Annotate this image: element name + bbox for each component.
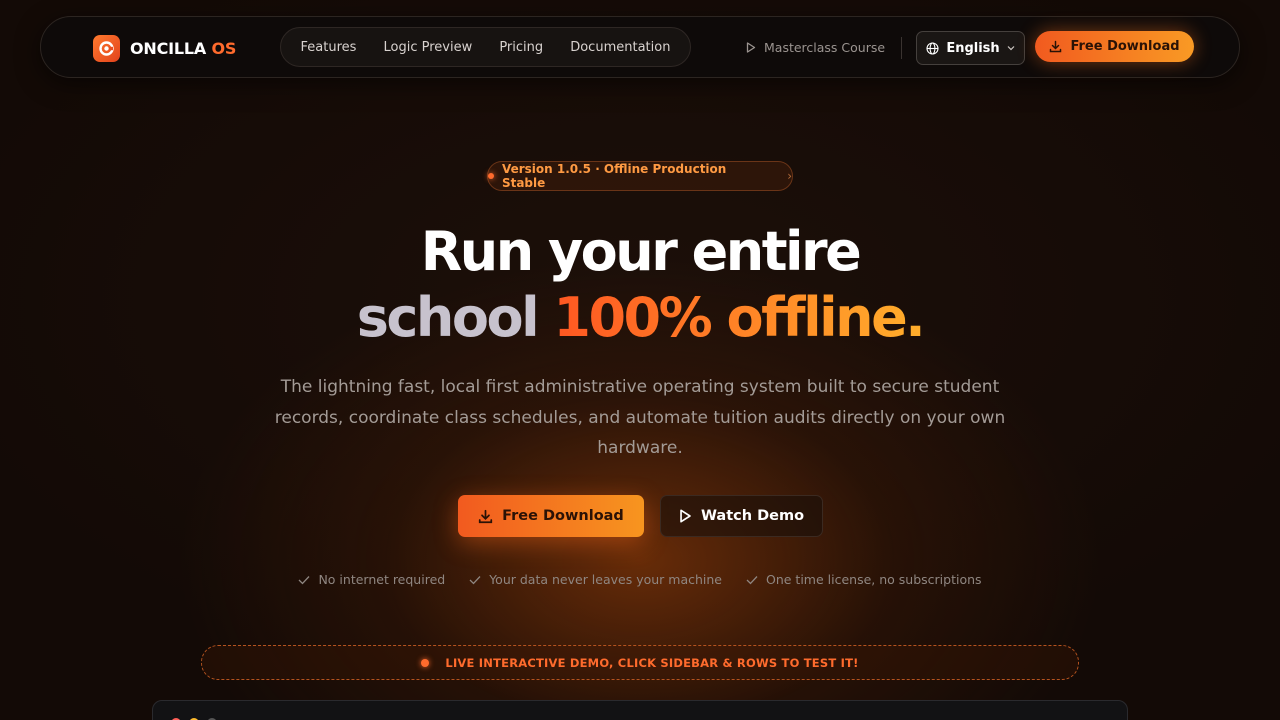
- language-select[interactable]: English: [916, 31, 1025, 65]
- hero-title-accent: 100% offline.: [553, 286, 925, 349]
- check-label: Your data never leaves your machine: [489, 572, 722, 587]
- watch-demo-label: Watch Demo: [700, 508, 805, 524]
- live-demo-banner: LIVE INTERACTIVE DEMO, CLICK SIDEBAR & R…: [201, 645, 1079, 680]
- nav-link-logic-preview[interactable]: Logic Preview: [384, 40, 473, 55]
- globe-icon: [926, 41, 939, 55]
- check-item: Your data never leaves your machine: [469, 572, 722, 587]
- version-badge[interactable]: Version 1.0.5 · Offline Production Stabl…: [487, 161, 793, 191]
- nav-link-documentation[interactable]: Documentation: [570, 40, 670, 55]
- check-label: No internet required: [318, 572, 446, 587]
- check-icon: [298, 575, 310, 585]
- chevron-down-icon: [1007, 45, 1015, 51]
- language-label: English: [946, 40, 1000, 56]
- nav-link-features[interactable]: Features: [301, 40, 357, 55]
- check-label: One time license, no subscriptions: [766, 572, 982, 587]
- status-dot-icon: [488, 173, 494, 179]
- check-item: No internet required: [298, 572, 445, 587]
- nav-download-button[interactable]: Free Download: [1035, 31, 1194, 62]
- demo-app-window: [152, 700, 1128, 720]
- play-icon: [746, 42, 756, 53]
- masterclass-label: Masterclass Course: [764, 40, 886, 55]
- hero-subtitle: The lightning fast, local first administ…: [274, 377, 1006, 458]
- check-item: One time license, no subscriptions: [746, 572, 982, 587]
- brand-logo[interactable]: ONCILLA OS: [93, 35, 236, 62]
- feature-checks: No internet required Your data never lea…: [0, 572, 1280, 587]
- watch-demo-button[interactable]: Watch Demo: [660, 495, 823, 537]
- hero-title-line1: Run your entire: [420, 220, 862, 283]
- sun-icon: [421, 658, 430, 667]
- chevron-right-icon: ›: [787, 169, 792, 183]
- nav-links: Features Logic Preview Pricing Documenta…: [280, 27, 691, 67]
- hero-download-label: Free Download: [502, 508, 624, 524]
- nav-divider: [901, 37, 902, 59]
- nav-download-label: Free Download: [1070, 39, 1180, 54]
- download-icon: [478, 509, 493, 524]
- hero-title-plain: school: [356, 286, 540, 349]
- nav-link-pricing[interactable]: Pricing: [499, 40, 543, 55]
- download-icon: [1049, 40, 1062, 53]
- live-demo-label: LIVE INTERACTIVE DEMO, CLICK SIDEBAR & R…: [445, 655, 859, 670]
- check-icon: [469, 575, 481, 585]
- hero-title-line2: school 100% offline.: [0, 286, 1280, 349]
- check-icon: [746, 575, 758, 585]
- version-badge-label: Version 1.0.5 · Offline Production Stabl…: [501, 162, 727, 190]
- play-icon: [679, 509, 692, 523]
- logo-icon: [93, 35, 120, 62]
- hero-download-button[interactable]: Free Download: [458, 495, 644, 537]
- top-nav: ONCILLA OS Features Logic Preview Pricin…: [40, 16, 1240, 78]
- brand-name: ONCILLA OS: [130, 39, 237, 58]
- masterclass-link[interactable]: Masterclass Course: [746, 40, 885, 55]
